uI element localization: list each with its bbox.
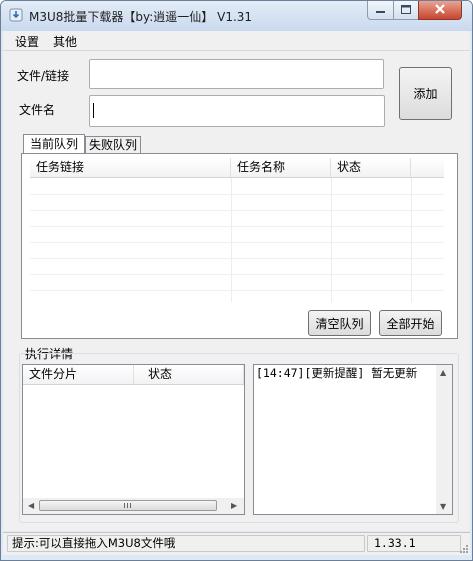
grid-row-line	[30, 210, 444, 211]
add-button[interactable]: 添加	[399, 67, 452, 120]
scroll-up-arrow-icon[interactable]: ▲	[440, 368, 446, 377]
col-task-status[interactable]: 状态	[331, 158, 411, 177]
minimize-icon	[376, 11, 385, 13]
text-cursor	[93, 103, 94, 118]
file-name-input[interactable]	[89, 95, 385, 127]
status-version: 1.33.1	[367, 535, 461, 552]
resize-grip-icon[interactable]	[459, 544, 469, 554]
grid-row-line	[30, 242, 444, 243]
file-link-label: 文件/链接	[17, 69, 70, 83]
grid-divider	[231, 178, 232, 302]
segment-list[interactable]: 文件分片 状态 ◀ ▶	[22, 364, 245, 515]
col-segment-status[interactable]: 状态	[134, 365, 244, 384]
menu-bar: 设置 其他	[3, 31, 470, 51]
status-bar: 提示:可以直接拖入M3U8文件哦 1.33.1	[3, 532, 470, 555]
grip-icon	[124, 503, 131, 508]
grid-divider	[411, 178, 412, 302]
app-window: M3U8批量下载器【by:逍遥一仙】 V1.31 设置 其他 文件/链接 文件名	[0, 0, 473, 561]
status-hint: 提示:可以直接拖入M3U8文件哦	[7, 535, 365, 552]
grid-row-line	[30, 290, 444, 291]
segment-list-header: 文件分片 状态	[23, 365, 244, 385]
grid-divider	[331, 178, 332, 302]
grid-row-line	[30, 274, 444, 275]
scroll-right-arrow-icon[interactable]: ▶	[231, 501, 237, 510]
horizontal-scrollbar[interactable]: ◀ ▶	[23, 498, 244, 514]
col-task-link[interactable]: 任务链接	[30, 158, 231, 177]
grid-row-line	[30, 226, 444, 227]
file-link-input[interactable]	[89, 59, 384, 89]
title-bar[interactable]: M3U8批量下载器【by:逍遥一仙】 V1.31	[1, 1, 472, 31]
main-content: 文件/链接 文件名 添加 当前队列 失败队列 任务链接 任务名称 状态 清空队列…	[3, 51, 470, 531]
grid-row-line	[30, 194, 444, 195]
scroll-left-arrow-icon[interactable]: ◀	[28, 501, 34, 510]
scroll-down-arrow-icon[interactable]: ▼	[440, 502, 446, 511]
tab-failed-queue[interactable]: 失败队列	[85, 136, 141, 154]
close-icon	[435, 4, 445, 14]
tab-current-queue[interactable]: 当前队列	[23, 134, 85, 154]
grid-row-line	[30, 258, 444, 259]
window-title: M3U8批量下载器【by:逍遥一仙】 V1.31	[29, 10, 253, 24]
log-text: [14:47][更新提醒] 暂无更新	[256, 366, 418, 380]
file-name-label: 文件名	[19, 103, 56, 117]
start-all-button[interactable]: 全部开始	[379, 310, 442, 336]
menu-other[interactable]: 其他	[53, 33, 77, 50]
task-list[interactable]: 任务链接 任务名称 状态	[30, 158, 444, 302]
clear-queue-button[interactable]: 清空队列	[308, 310, 371, 336]
minimize-button[interactable]	[367, 1, 394, 20]
vertical-scrollbar[interactable]: ▲ ▼	[436, 365, 452, 514]
col-task-name[interactable]: 任务名称	[231, 158, 331, 177]
queue-panel: 任务链接 任务名称 状态 清空队列 全部开始	[21, 153, 458, 339]
close-button[interactable]	[418, 1, 462, 20]
menu-settings[interactable]: 设置	[15, 33, 39, 50]
maximize-icon	[401, 5, 411, 14]
task-list-header: 任务链接 任务名称 状态	[30, 158, 444, 178]
maximize-button[interactable]	[393, 1, 419, 20]
log-box[interactable]: [14:47][更新提醒] 暂无更新 ▲ ▼	[253, 364, 453, 515]
scrollbar-thumb[interactable]	[39, 500, 217, 511]
col-file-segment[interactable]: 文件分片	[23, 365, 134, 384]
download-app-icon	[9, 8, 23, 22]
